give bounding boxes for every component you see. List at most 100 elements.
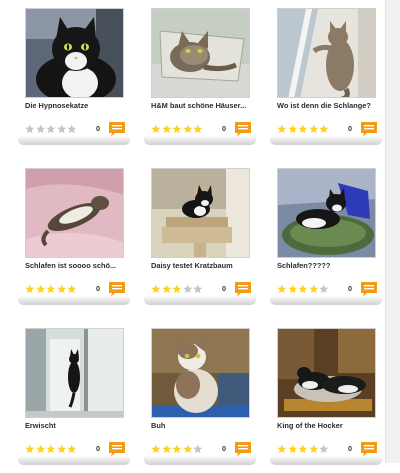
rating-bar: 0: [144, 121, 256, 145]
star-rating[interactable]: [151, 124, 203, 136]
photo-thumbnail[interactable]: [151, 328, 250, 418]
photo-thumbnail[interactable]: [277, 168, 376, 258]
star-filled-icon[interactable]: [151, 444, 161, 454]
star-rating[interactable]: [25, 444, 77, 456]
star-rating[interactable]: [151, 284, 203, 296]
scrollbar-track[interactable]: [385, 0, 400, 463]
star-filled-icon[interactable]: [277, 444, 287, 454]
comment-icon[interactable]: [360, 121, 378, 137]
comment-count: 0: [348, 444, 352, 453]
comment-icon[interactable]: [360, 441, 378, 457]
star-filled-icon[interactable]: [172, 444, 182, 454]
comment-icon[interactable]: [360, 281, 378, 297]
star-empty-icon[interactable]: [56, 124, 67, 134]
star-empty-icon[interactable]: [46, 124, 56, 134]
star-filled-icon[interactable]: [56, 284, 67, 294]
comment-count: 0: [222, 444, 226, 453]
photo-caption: Erwischt: [25, 421, 56, 430]
comment-count: 0: [96, 284, 100, 293]
photo-caption: H&M baut schöne Häuser...: [151, 101, 247, 110]
star-filled-icon[interactable]: [182, 124, 193, 134]
comment-icon[interactable]: [108, 441, 126, 457]
star-filled-icon[interactable]: [287, 284, 298, 294]
star-filled-icon[interactable]: [35, 444, 46, 454]
star-filled-icon[interactable]: [67, 284, 77, 294]
star-rating[interactable]: [151, 444, 203, 456]
photo-thumbnail[interactable]: [151, 8, 250, 98]
star-filled-icon[interactable]: [35, 284, 46, 294]
star-empty-icon[interactable]: [319, 284, 329, 294]
comment-icon[interactable]: [108, 121, 126, 137]
photo-thumbnail[interactable]: [277, 8, 376, 98]
photo-card: Buh 0: [144, 328, 256, 473]
star-empty-icon[interactable]: [67, 124, 77, 134]
star-rating[interactable]: [277, 444, 329, 456]
rating-bar: 0: [270, 441, 382, 465]
photo-caption: Schlafen?????: [277, 261, 331, 270]
star-filled-icon[interactable]: [161, 284, 172, 294]
star-empty-icon[interactable]: [193, 444, 203, 454]
star-filled-icon[interactable]: [151, 124, 161, 134]
star-filled-icon[interactable]: [287, 124, 298, 134]
rating-bar: 0: [144, 281, 256, 305]
star-filled-icon[interactable]: [298, 284, 308, 294]
star-filled-icon[interactable]: [319, 124, 329, 134]
photo-card: Wo ist denn die Schlange? 0: [270, 8, 382, 153]
star-filled-icon[interactable]: [277, 284, 287, 294]
photo-thumbnail[interactable]: [25, 8, 124, 98]
star-filled-icon[interactable]: [25, 444, 35, 454]
star-filled-icon[interactable]: [298, 444, 308, 454]
comment-count: 0: [96, 124, 100, 133]
star-rating[interactable]: [25, 284, 77, 296]
photo-thumbnail[interactable]: [151, 168, 250, 258]
comment-icon[interactable]: [234, 441, 252, 457]
star-empty-icon[interactable]: [193, 284, 203, 294]
comment-icon[interactable]: [234, 121, 252, 137]
star-empty-icon[interactable]: [25, 124, 35, 134]
star-filled-icon[interactable]: [46, 284, 56, 294]
star-empty-icon[interactable]: [182, 284, 193, 294]
comment-count: 0: [96, 444, 100, 453]
comment-count: 0: [348, 284, 352, 293]
star-filled-icon[interactable]: [182, 444, 193, 454]
comment-icon[interactable]: [108, 281, 126, 297]
comment-count: 0: [222, 284, 226, 293]
photo-card: King of the Hocker 0: [270, 328, 382, 473]
star-rating[interactable]: [277, 284, 329, 296]
star-rating[interactable]: [277, 124, 329, 136]
star-filled-icon[interactable]: [277, 124, 287, 134]
star-filled-icon[interactable]: [298, 124, 308, 134]
star-filled-icon[interactable]: [172, 284, 182, 294]
photo-thumbnail[interactable]: [25, 168, 124, 258]
photo-caption: Daisy testet Kratzbaum: [151, 261, 233, 270]
star-filled-icon[interactable]: [151, 284, 161, 294]
star-filled-icon[interactable]: [172, 124, 182, 134]
star-filled-icon[interactable]: [308, 444, 319, 454]
rating-bar: 0: [18, 121, 130, 145]
star-filled-icon[interactable]: [161, 444, 172, 454]
rating-bar: 0: [270, 281, 382, 305]
comment-icon[interactable]: [234, 281, 252, 297]
star-empty-icon[interactable]: [35, 124, 46, 134]
photo-caption: Schlafen ist soooo schö...: [25, 261, 117, 270]
star-filled-icon[interactable]: [67, 444, 77, 454]
photo-thumbnail[interactable]: [277, 328, 376, 418]
star-filled-icon[interactable]: [56, 444, 67, 454]
comment-count: 0: [348, 124, 352, 133]
star-filled-icon[interactable]: [25, 284, 35, 294]
star-filled-icon[interactable]: [161, 124, 172, 134]
photo-card: Erwischt 0: [18, 328, 130, 473]
star-empty-icon[interactable]: [319, 444, 329, 454]
star-rating[interactable]: [25, 124, 77, 136]
photo-thumbnail[interactable]: [25, 328, 124, 418]
star-filled-icon[interactable]: [46, 444, 56, 454]
photo-caption: Wo ist denn die Schlange?: [277, 101, 371, 110]
rating-bar: 0: [18, 441, 130, 465]
photo-card: Die Hypnosekatze 0: [18, 8, 130, 153]
star-filled-icon[interactable]: [308, 284, 319, 294]
photo-caption: Buh: [151, 421, 166, 430]
star-filled-icon[interactable]: [287, 444, 298, 454]
star-filled-icon[interactable]: [308, 124, 319, 134]
photo-card: H&M baut schöne Häuser... 0: [144, 8, 256, 153]
star-filled-icon[interactable]: [193, 124, 203, 134]
